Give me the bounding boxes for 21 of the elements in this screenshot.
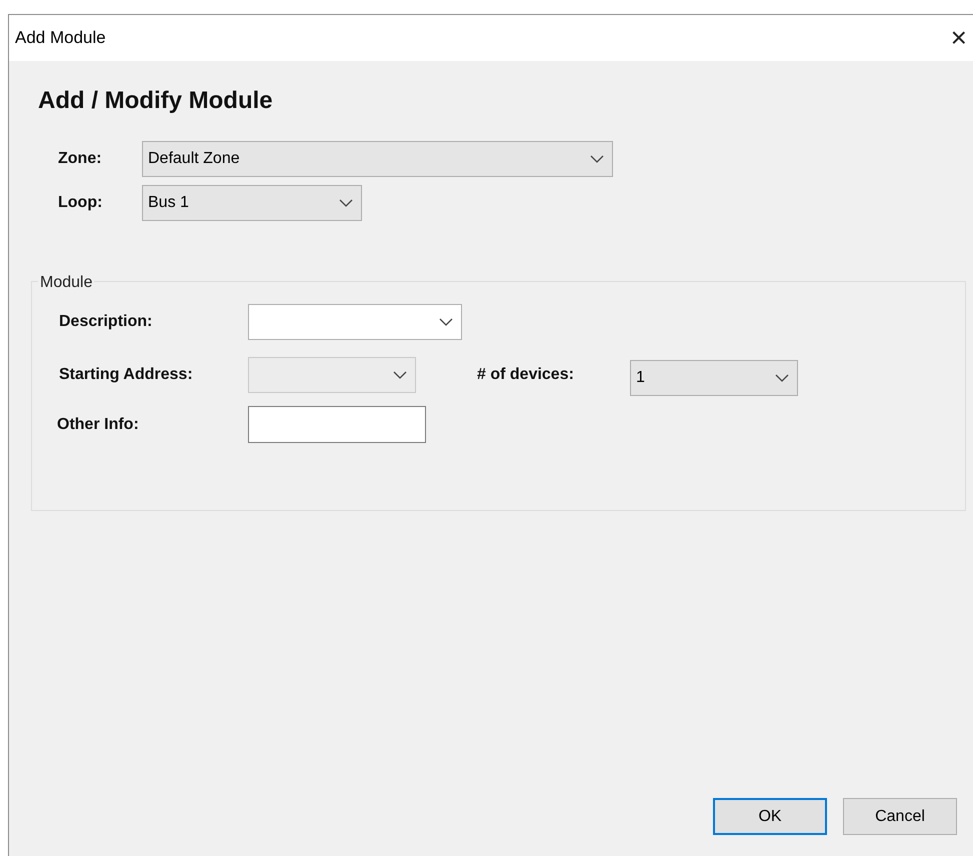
- chevron-down-icon: [775, 374, 789, 382]
- chevron-down-icon: [590, 155, 604, 163]
- field-label: Zone:: [58, 149, 103, 169]
- window-title: Add Module: [15, 27, 106, 50]
- dropdown[interactable]: [248, 304, 462, 340]
- field-label: # of devices:: [477, 365, 575, 385]
- field-label: Description:: [59, 312, 154, 332]
- field-label: Starting Address:: [59, 365, 194, 385]
- close-button[interactable]: ×: [944, 24, 973, 52]
- dialog-button[interactable]: OK: [713, 798, 827, 835]
- field-label: Loop:: [58, 193, 104, 213]
- dropdown[interactable]: 1: [630, 360, 798, 396]
- chevron-down-icon: [439, 318, 453, 326]
- dialog-heading: Add / Modify Module: [38, 86, 274, 116]
- dialog-button[interactable]: Cancel: [843, 798, 957, 835]
- text-field[interactable]: [248, 406, 426, 443]
- chevron-down-icon: [339, 199, 353, 207]
- dropdown[interactable]: Default Zone: [142, 141, 613, 177]
- chevron-down-icon: [393, 371, 407, 379]
- field-label: Other Info:: [57, 414, 140, 434]
- dropdown[interactable]: Bus 1: [142, 185, 362, 221]
